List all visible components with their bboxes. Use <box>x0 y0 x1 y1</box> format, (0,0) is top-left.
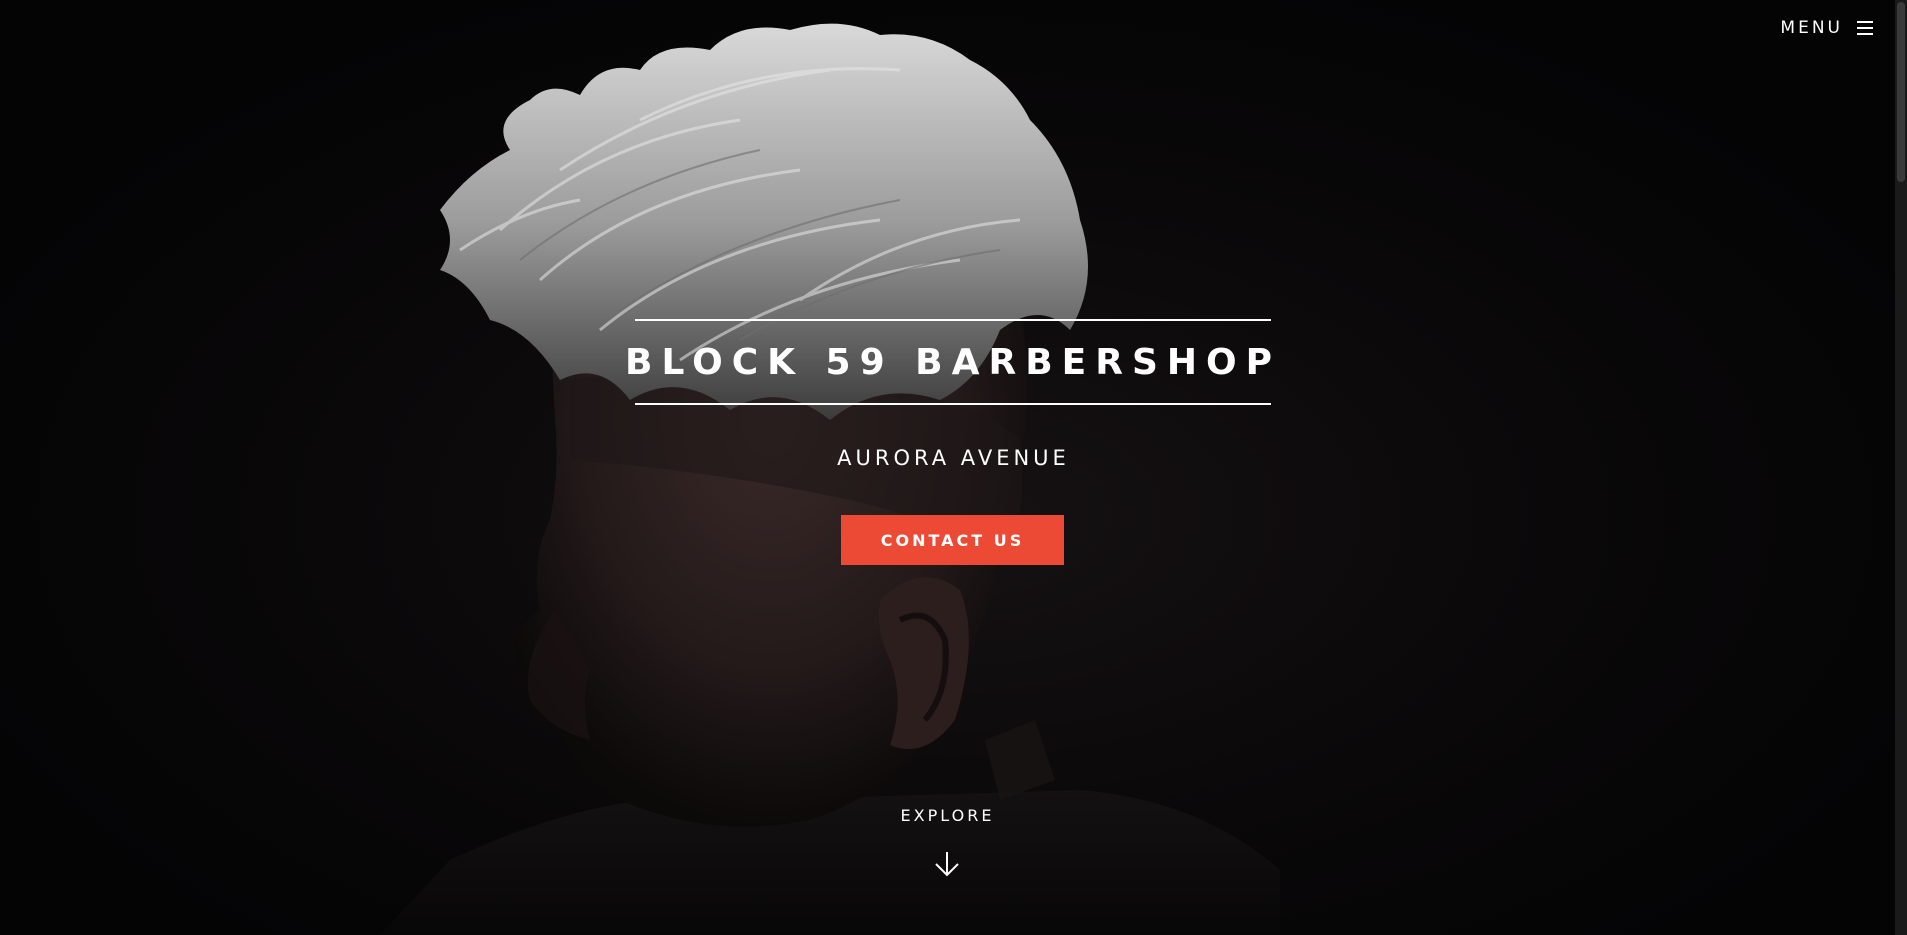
location-subtitle: AURORA AVENUE <box>837 446 1070 470</box>
scrollbar-thumb[interactable] <box>1897 2 1905 182</box>
page-title: BLOCK 59 BARBERSHOP <box>625 341 1281 383</box>
explore-link[interactable]: EXPLORE <box>0 806 1895 825</box>
hamburger-icon <box>1857 21 1873 35</box>
title-frame: BLOCK 59 BARBERSHOP <box>625 319 1272 405</box>
menu-button[interactable]: MENU <box>1780 18 1873 38</box>
contact-us-button[interactable]: CONTACT US <box>841 515 1064 565</box>
menu-label: MENU <box>1780 18 1843 38</box>
hero-section: MENU BLOCK 59 BARBERSHOP AURORA AVENUE C… <box>0 0 1907 935</box>
arrow-down-icon[interactable] <box>933 850 961 878</box>
